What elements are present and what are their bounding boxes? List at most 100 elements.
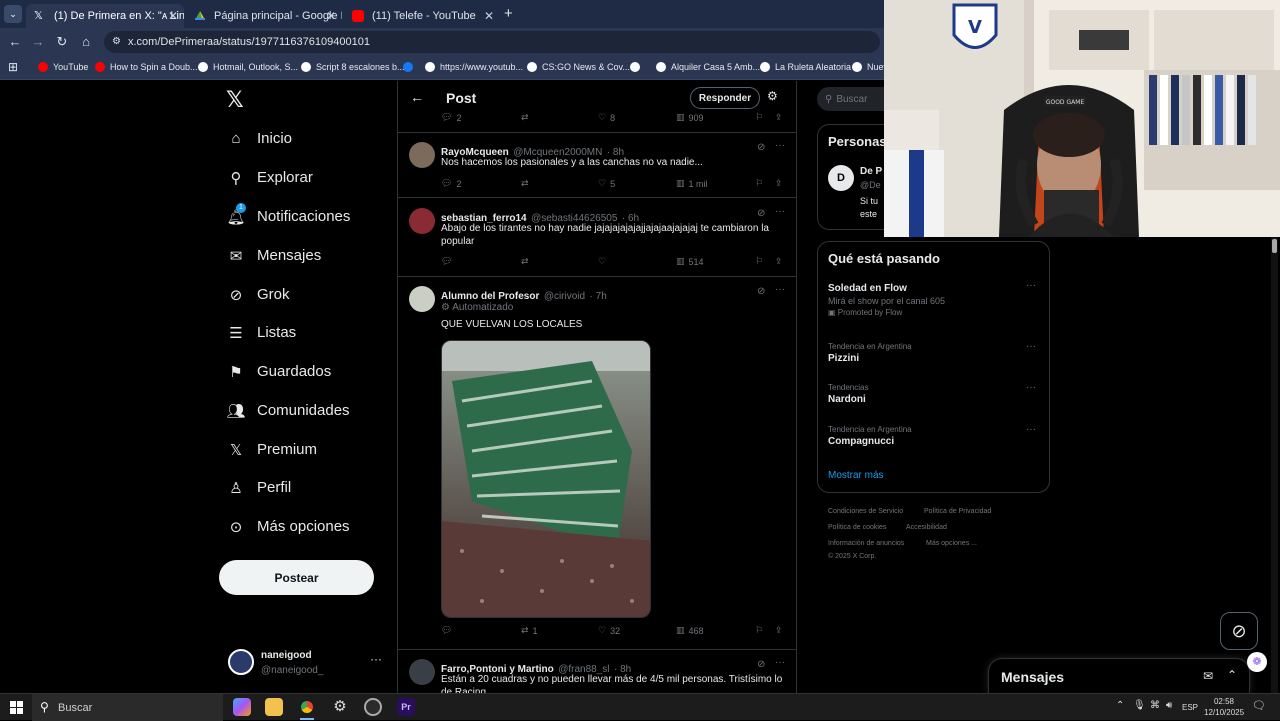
browser-tab-youtube[interactable]: (11) Telefe - YouTube ✕ bbox=[344, 4, 500, 28]
keyboard-language[interactable]: ESP bbox=[1182, 703, 1198, 712]
footer-link[interactable]: Política de Privacidad bbox=[924, 508, 991, 515]
more-icon[interactable]: ··· bbox=[775, 657, 785, 668]
messages-drawer[interactable]: Mensajes ✉ ⌃ bbox=[988, 658, 1250, 693]
reply-icon[interactable]: 💬︎ bbox=[441, 625, 452, 636]
trend-item[interactable]: Soledad en Flow Mirá el show por el cana… bbox=[828, 280, 1043, 328]
file-explorer-icon[interactable] bbox=[265, 698, 283, 716]
reply-button[interactable]: Responder bbox=[690, 87, 760, 109]
account-switcher[interactable]: naneigood @naneigood_ ··· bbox=[226, 648, 386, 680]
like-count[interactable]: ♡ 8 bbox=[598, 112, 615, 123]
grok-icon[interactable]: ⊘ bbox=[757, 142, 765, 153]
copilot-icon[interactable]: ❁ bbox=[1247, 652, 1267, 672]
tab-search-button[interactable]: ⌄ bbox=[4, 5, 22, 23]
bookmark-item[interactable]: Alquiler Casa 5 Amb... bbox=[656, 62, 760, 72]
reply-post[interactable]: Alumno del Profesor @cirivoid · 7h ⊘ ···… bbox=[398, 277, 796, 647]
nav-messages[interactable]: ✉ Mensajes bbox=[228, 247, 322, 265]
nav-communities[interactable]: 👥︎ Comunidades bbox=[226, 402, 349, 420]
close-tab-icon[interactable]: ✕ bbox=[484, 9, 494, 23]
more-icon[interactable]: ··· bbox=[1026, 341, 1036, 352]
more-icon[interactable]: ··· bbox=[370, 652, 382, 666]
post-image[interactable] bbox=[441, 340, 651, 618]
close-tab-icon[interactable]: ✕ bbox=[326, 9, 336, 23]
more-icon[interactable]: ··· bbox=[1026, 424, 1036, 435]
settings-icon[interactable]: ⚙ bbox=[331, 698, 349, 716]
more-icon[interactable]: ··· bbox=[1026, 280, 1036, 291]
x-logo-icon[interactable]: 𝕏 bbox=[226, 87, 244, 113]
persona-name[interactable]: De P bbox=[860, 166, 882, 177]
show-more-link[interactable]: Mostrar más bbox=[828, 470, 884, 481]
apps-grid-icon[interactable]: ⊞ bbox=[8, 60, 18, 74]
scrollbar-thumb[interactable] bbox=[1272, 239, 1277, 253]
view-count[interactable]: ▥ 468 bbox=[676, 625, 704, 636]
grok-icon[interactable]: ⊘ bbox=[757, 208, 765, 219]
trend-item[interactable]: Tendencias Nardoni ··· bbox=[828, 382, 1043, 413]
footer-link[interactable]: Política de cookies bbox=[828, 524, 886, 531]
expand-icon[interactable]: ⌃ bbox=[1227, 668, 1237, 682]
grok-icon[interactable]: ⊘ bbox=[757, 286, 765, 297]
reload-icon[interactable]: ↻ bbox=[50, 34, 74, 50]
share-icon[interactable]: ⇪ bbox=[775, 256, 783, 267]
nav-home[interactable]: ⌂ Inicio bbox=[228, 130, 292, 147]
trend-item[interactable]: Tendencia en Argentina Compagnucci ··· bbox=[828, 424, 1043, 455]
more-icon[interactable]: ··· bbox=[1026, 382, 1036, 393]
network-icon[interactable]: ⌘ bbox=[1150, 700, 1160, 711]
nav-grok[interactable]: ⊘ Grok bbox=[228, 286, 290, 304]
new-tab-button[interactable]: + bbox=[504, 5, 513, 22]
bookmark-icon[interactable]: ⚐ bbox=[755, 112, 763, 123]
tray-chevron-icon[interactable]: ⌃ bbox=[1116, 700, 1124, 711]
bookmark-icon[interactable]: ⚐ bbox=[755, 256, 763, 267]
like-icon[interactable]: ♡ bbox=[598, 256, 606, 267]
post-button[interactable]: Postear bbox=[219, 560, 374, 595]
game-app-icon[interactable] bbox=[364, 698, 382, 716]
close-tab-icon[interactable]: ✕ bbox=[168, 9, 178, 23]
bookmark-item[interactable]: La Ruleta Aleatoria bbox=[760, 62, 851, 72]
footer-link[interactable]: Más opciones ... bbox=[926, 540, 977, 547]
nav-more-options[interactable]: ⊙ Más opciones bbox=[228, 518, 350, 536]
browser-tab-x[interactable]: 𝕏 (1) De Primera en X: "ᴀ Lindo ✕ bbox=[26, 4, 184, 28]
bookmark-icon[interactable]: ⚐ bbox=[755, 625, 763, 636]
view-count[interactable]: ▥ 909 bbox=[676, 112, 704, 123]
reply-post[interactable]: RayoMcqueen @Mcqueen2000MN · 8h ⊘ ··· No… bbox=[398, 133, 796, 197]
footer-link[interactable]: Información de anuncios bbox=[828, 540, 904, 547]
home-icon[interactable]: ⌂ bbox=[74, 34, 98, 49]
page-scrollbar[interactable] bbox=[1271, 237, 1278, 693]
settings-sliders-icon[interactable]: ⚙ bbox=[767, 89, 778, 103]
back-arrow-icon[interactable]: ← bbox=[410, 89, 424, 105]
share-icon[interactable]: ⇪ bbox=[775, 178, 783, 189]
bookmark-item[interactable]: Nuev bbox=[852, 62, 888, 72]
bookmark-item[interactable] bbox=[630, 62, 645, 72]
clock[interactable]: 02:58 12/10/2025 bbox=[1204, 696, 1244, 718]
share-icon[interactable]: ⇪ bbox=[775, 625, 783, 636]
bookmark-item[interactable]: Script 8 escalones b... bbox=[301, 62, 405, 72]
more-icon[interactable]: ··· bbox=[775, 284, 785, 295]
reply-count[interactable]: 💬︎ 2 bbox=[441, 178, 461, 189]
nav-notifications[interactable]: 🔔︎ 1 Notificaciones bbox=[226, 202, 350, 226]
copilot-app-icon[interactable] bbox=[233, 698, 251, 716]
like-count[interactable]: ♡ 5 bbox=[598, 178, 615, 189]
bookmark-item[interactable]: https://www.youtub... bbox=[425, 62, 523, 72]
retweet-icon[interactable]: ⇄ bbox=[521, 112, 529, 123]
author-name[interactable]: Alumno del Profesor bbox=[441, 291, 539, 302]
trend-item[interactable]: Tendencia en Argentina Pizzini ··· bbox=[828, 341, 1043, 372]
reply-count[interactable]: 💬︎ 2 bbox=[441, 112, 461, 123]
bookmark-item[interactable]: CS:GO News & Cov... bbox=[527, 62, 630, 72]
nav-profile[interactable]: ♙ Perfil bbox=[228, 479, 291, 497]
retweet-icon[interactable]: ⇄ bbox=[521, 256, 529, 267]
reply-post[interactable]: sebastian_ferro14 @sebasti44626505 · 6h … bbox=[398, 198, 796, 276]
new-message-icon[interactable]: ✉ bbox=[1203, 669, 1213, 683]
grok-floating-button[interactable]: ⊘ bbox=[1220, 612, 1258, 650]
footer-link[interactable]: Condiciones de Servicio bbox=[828, 508, 903, 515]
address-bar[interactable]: ⚙ x.com/DePrimeraa/status/19771163761094… bbox=[104, 31, 880, 53]
nav-premium[interactable]: 𝕏 Premium bbox=[228, 441, 317, 459]
windows-start-icon[interactable] bbox=[10, 701, 23, 714]
nav-explore[interactable]: ⚲ Explorar bbox=[228, 169, 313, 187]
bookmark-item[interactable]: Hotmail, Outlook, S... bbox=[198, 62, 298, 72]
view-count[interactable]: ▥ 514 bbox=[676, 256, 704, 267]
notifications-icon[interactable]: 🗨︎ bbox=[1252, 699, 1266, 712]
forward-icon[interactable]: → bbox=[26, 34, 50, 49]
retweet-count[interactable]: ⇄ 1 bbox=[521, 625, 538, 636]
bookmark-item[interactable]: How to Spin a Doub... bbox=[95, 62, 198, 72]
taskbar-search[interactable]: ⚲ Buscar bbox=[32, 694, 223, 721]
back-icon[interactable]: ← bbox=[3, 34, 27, 49]
site-info-icon[interactable]: ⚙ bbox=[112, 36, 121, 47]
